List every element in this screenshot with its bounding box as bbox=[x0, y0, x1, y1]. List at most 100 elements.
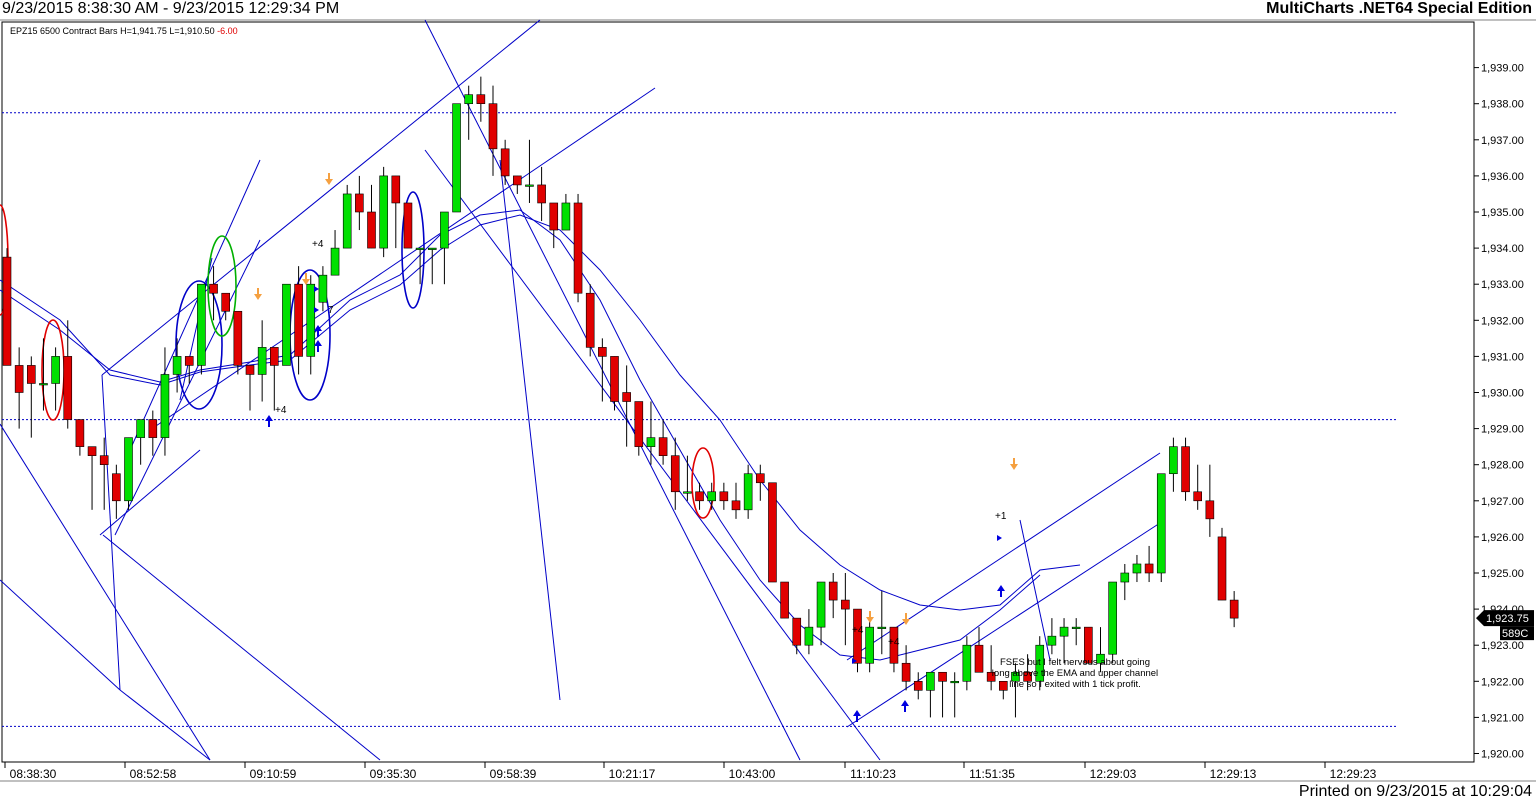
trade-label: +4 bbox=[888, 637, 900, 648]
candle-body bbox=[75, 419, 85, 447]
candle-body bbox=[112, 473, 121, 502]
down-candle bbox=[245, 365, 255, 411]
down-candle bbox=[573, 193, 583, 303]
trade-label: +4 bbox=[275, 405, 287, 416]
trend-line bbox=[129, 159, 261, 451]
up-candle bbox=[926, 671, 935, 718]
down-candle bbox=[670, 437, 680, 510]
candle-body bbox=[828, 581, 838, 601]
trend-line bbox=[114, 239, 261, 536]
up-candle bbox=[1156, 473, 1166, 583]
time-tick-label: 11:51:35 bbox=[969, 767, 1015, 781]
down-candle bbox=[841, 573, 850, 646]
candle-body bbox=[221, 292, 230, 312]
candle-body bbox=[658, 437, 668, 456]
time-tick-label: 12:29:23 bbox=[1330, 767, 1377, 781]
price-tick-label: 1,923.00 bbox=[1481, 640, 1524, 652]
up-candle bbox=[1132, 554, 1142, 583]
down-candle bbox=[269, 347, 279, 411]
up-candle bbox=[379, 166, 388, 258]
candles bbox=[2, 76, 1239, 718]
candle-body bbox=[1217, 536, 1227, 601]
candle-body bbox=[998, 680, 1008, 691]
candle-body bbox=[1108, 581, 1117, 655]
candle-body bbox=[39, 383, 48, 386]
down-candle bbox=[112, 464, 121, 519]
info-symbol: EPZ15 bbox=[10, 26, 38, 36]
price-tick-label: 1,935.00 bbox=[1481, 207, 1524, 219]
up-candle bbox=[646, 401, 656, 465]
up-candle bbox=[561, 193, 571, 231]
candle-body bbox=[51, 356, 60, 384]
down-candle bbox=[1144, 545, 1154, 583]
candle-body bbox=[427, 247, 437, 250]
price-tick-label: 1,925.00 bbox=[1481, 568, 1524, 580]
down-candle bbox=[719, 482, 729, 510]
down-candle bbox=[731, 482, 741, 519]
trend-line bbox=[101, 19, 541, 376]
volume-label: 589C bbox=[1502, 628, 1528, 640]
up-candle bbox=[743, 464, 753, 519]
up-candle bbox=[124, 437, 133, 510]
candle-body bbox=[500, 148, 510, 177]
down-candle bbox=[233, 310, 243, 375]
time-tick-label: 10:43:00 bbox=[729, 767, 776, 781]
candle-body bbox=[707, 491, 717, 502]
down-candle bbox=[476, 76, 486, 122]
candle-body bbox=[367, 211, 376, 249]
candle-body bbox=[63, 356, 73, 420]
price-tick-label: 1,928.00 bbox=[1481, 460, 1524, 472]
up-candle bbox=[1047, 618, 1057, 655]
candlestick-chart[interactable]: 1,920.001,921.001,922.001,923.001,924.00… bbox=[0, 0, 1536, 801]
down-candle bbox=[355, 175, 364, 231]
highlight-ellipse bbox=[691, 447, 715, 519]
down-candle bbox=[391, 175, 401, 249]
up-candle bbox=[804, 609, 814, 655]
candle-body bbox=[184, 356, 194, 366]
candle-body bbox=[877, 626, 887, 629]
time-tick-label: 10:21:17 bbox=[609, 767, 656, 781]
entry-marker-icon bbox=[997, 535, 1002, 541]
candle-body bbox=[634, 401, 644, 447]
candle-body bbox=[683, 491, 692, 494]
candle-body bbox=[816, 581, 826, 628]
down-candle bbox=[549, 202, 559, 249]
buy-arrow-icon bbox=[314, 340, 322, 352]
down-candle bbox=[901, 645, 911, 691]
down-candle bbox=[658, 419, 668, 465]
candle-body bbox=[731, 500, 741, 511]
down-candle bbox=[63, 320, 73, 429]
up-candle bbox=[39, 338, 48, 411]
candle-body bbox=[901, 662, 911, 682]
trade-label: 7 bbox=[328, 305, 334, 316]
down-candle bbox=[622, 365, 631, 447]
trend-line bbox=[0, 579, 121, 691]
candle-body bbox=[488, 103, 498, 150]
printed-footer: Printed on 9/23/2015 at 10:29:04 bbox=[1298, 783, 1532, 800]
down-candle bbox=[585, 284, 595, 357]
price-tick-label: 1,931.00 bbox=[1481, 351, 1524, 363]
up-candle bbox=[816, 581, 826, 646]
time-tick-label: 12:29:13 bbox=[1210, 767, 1257, 781]
sell-arrow-icon bbox=[254, 288, 262, 300]
down-candle bbox=[1217, 527, 1227, 601]
candle-body bbox=[573, 202, 583, 294]
down-candle bbox=[512, 175, 522, 194]
buy-arrow-icon bbox=[997, 585, 1005, 597]
trade-label: +4 bbox=[852, 625, 864, 636]
candle-body bbox=[695, 491, 704, 502]
candle-body bbox=[464, 94, 474, 105]
up-candle bbox=[172, 338, 182, 393]
down-candle bbox=[780, 581, 789, 619]
down-candle bbox=[367, 184, 376, 249]
candle-body bbox=[585, 292, 595, 348]
price-tick-label: 1,930.00 bbox=[1481, 388, 1524, 400]
down-candle bbox=[853, 608, 862, 673]
candle-body bbox=[913, 680, 923, 691]
sell-arrow-icon bbox=[866, 611, 874, 623]
up-candle bbox=[962, 636, 972, 691]
up-candle bbox=[306, 275, 316, 375]
trade-label: +4 bbox=[312, 239, 324, 250]
trend-line bbox=[0, 423, 211, 761]
price-tick-label: 1,936.00 bbox=[1481, 171, 1524, 183]
